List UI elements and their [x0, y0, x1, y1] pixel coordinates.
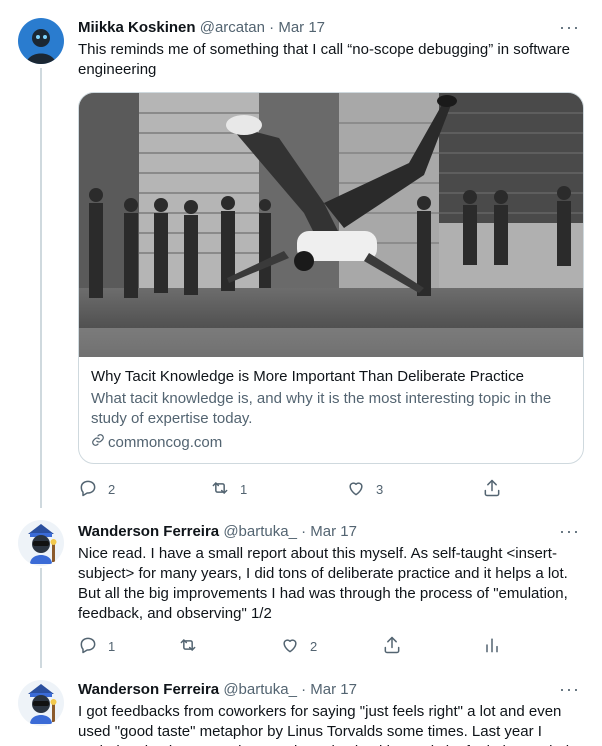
more-options-button[interactable]: ··· — [559, 680, 580, 698]
more-options-button[interactable]: ··· — [559, 522, 580, 540]
author-name[interactable]: Wanderson Ferreira — [78, 681, 219, 698]
author-name[interactable]: Wanderson Ferreira — [78, 523, 219, 540]
author-name[interactable]: Miikka Koskinen — [78, 19, 196, 36]
heart-icon — [346, 478, 366, 501]
reply-count: 1 — [108, 639, 116, 654]
tweet[interactable]: Miikka Koskinen @arcatan · Mar 17 This r… — [0, 0, 602, 508]
share-button[interactable] — [482, 478, 502, 501]
more-options-button[interactable]: ··· — [559, 18, 580, 36]
tweet-text: Nice read. I have a small report about t… — [78, 545, 568, 622]
share-icon — [382, 635, 402, 658]
card-domain: commoncog.com — [91, 433, 571, 453]
link-card[interactable]: Why Tacit Knowledge is More Important Th… — [78, 92, 584, 464]
tweet-date[interactable]: Mar 17 — [310, 523, 357, 540]
card-title: Why Tacit Knowledge is More Important Th… — [91, 368, 524, 385]
action-bar: 1 2 — [78, 635, 498, 659]
retweet-button[interactable]: 1 — [210, 478, 247, 501]
avatar[interactable] — [18, 520, 64, 566]
separator: · — [269, 19, 275, 36]
tweet-date[interactable]: Mar 17 — [278, 19, 325, 36]
share-icon — [482, 478, 502, 501]
author-handle[interactable]: @bartuka_ — [223, 681, 297, 698]
reply-button[interactable]: 1 — [78, 635, 115, 658]
retweet-icon — [210, 478, 230, 501]
retweet-button[interactable] — [178, 635, 198, 658]
card-domain-text: commoncog.com — [108, 434, 223, 451]
tweet[interactable]: Wanderson Ferreira @bartuka_ · Mar 17 Ni… — [0, 508, 602, 672]
reply-button[interactable]: 2 — [78, 478, 115, 501]
separator: · — [301, 681, 307, 698]
like-count: 2 — [310, 639, 318, 654]
card-image — [79, 93, 583, 357]
card-description: What tacit knowledge is, and why it is t… — [91, 390, 552, 427]
like-button[interactable]: 2 — [280, 635, 317, 658]
link-icon — [91, 433, 105, 453]
author-handle[interactable]: @bartuka_ — [223, 523, 297, 540]
reply-count: 2 — [108, 482, 116, 497]
like-button[interactable]: 3 — [346, 478, 383, 501]
tweet-text: I got feedbacks from coworkers for sayin… — [78, 703, 586, 746]
analytics-icon — [482, 635, 502, 658]
reply-icon — [78, 478, 98, 501]
retweet-count: 1 — [240, 482, 248, 497]
tweet-header: Miikka Koskinen @arcatan · Mar 17 — [78, 18, 586, 38]
tweet-header: Wanderson Ferreira @bartuka_ · Mar 17 — [78, 522, 586, 542]
retweet-icon — [178, 635, 198, 658]
tweet[interactable]: Wanderson Ferreira @bartuka_ · Mar 17 I … — [0, 672, 602, 746]
like-count: 3 — [376, 482, 384, 497]
avatar[interactable] — [18, 18, 64, 64]
action-bar: 2 1 3 — [78, 478, 500, 502]
tweet-header: Wanderson Ferreira @bartuka_ · Mar 17 — [78, 680, 586, 700]
reply-icon — [78, 635, 98, 658]
analytics-button[interactable] — [482, 635, 502, 658]
avatar[interactable] — [18, 680, 64, 726]
tweet-date[interactable]: Mar 17 — [310, 681, 357, 698]
heart-icon — [280, 635, 300, 658]
share-button[interactable] — [382, 635, 402, 658]
author-handle[interactable]: @arcatan — [200, 19, 265, 36]
separator: · — [301, 523, 307, 540]
tweet-text: This reminds me of something that I call… — [78, 41, 570, 78]
